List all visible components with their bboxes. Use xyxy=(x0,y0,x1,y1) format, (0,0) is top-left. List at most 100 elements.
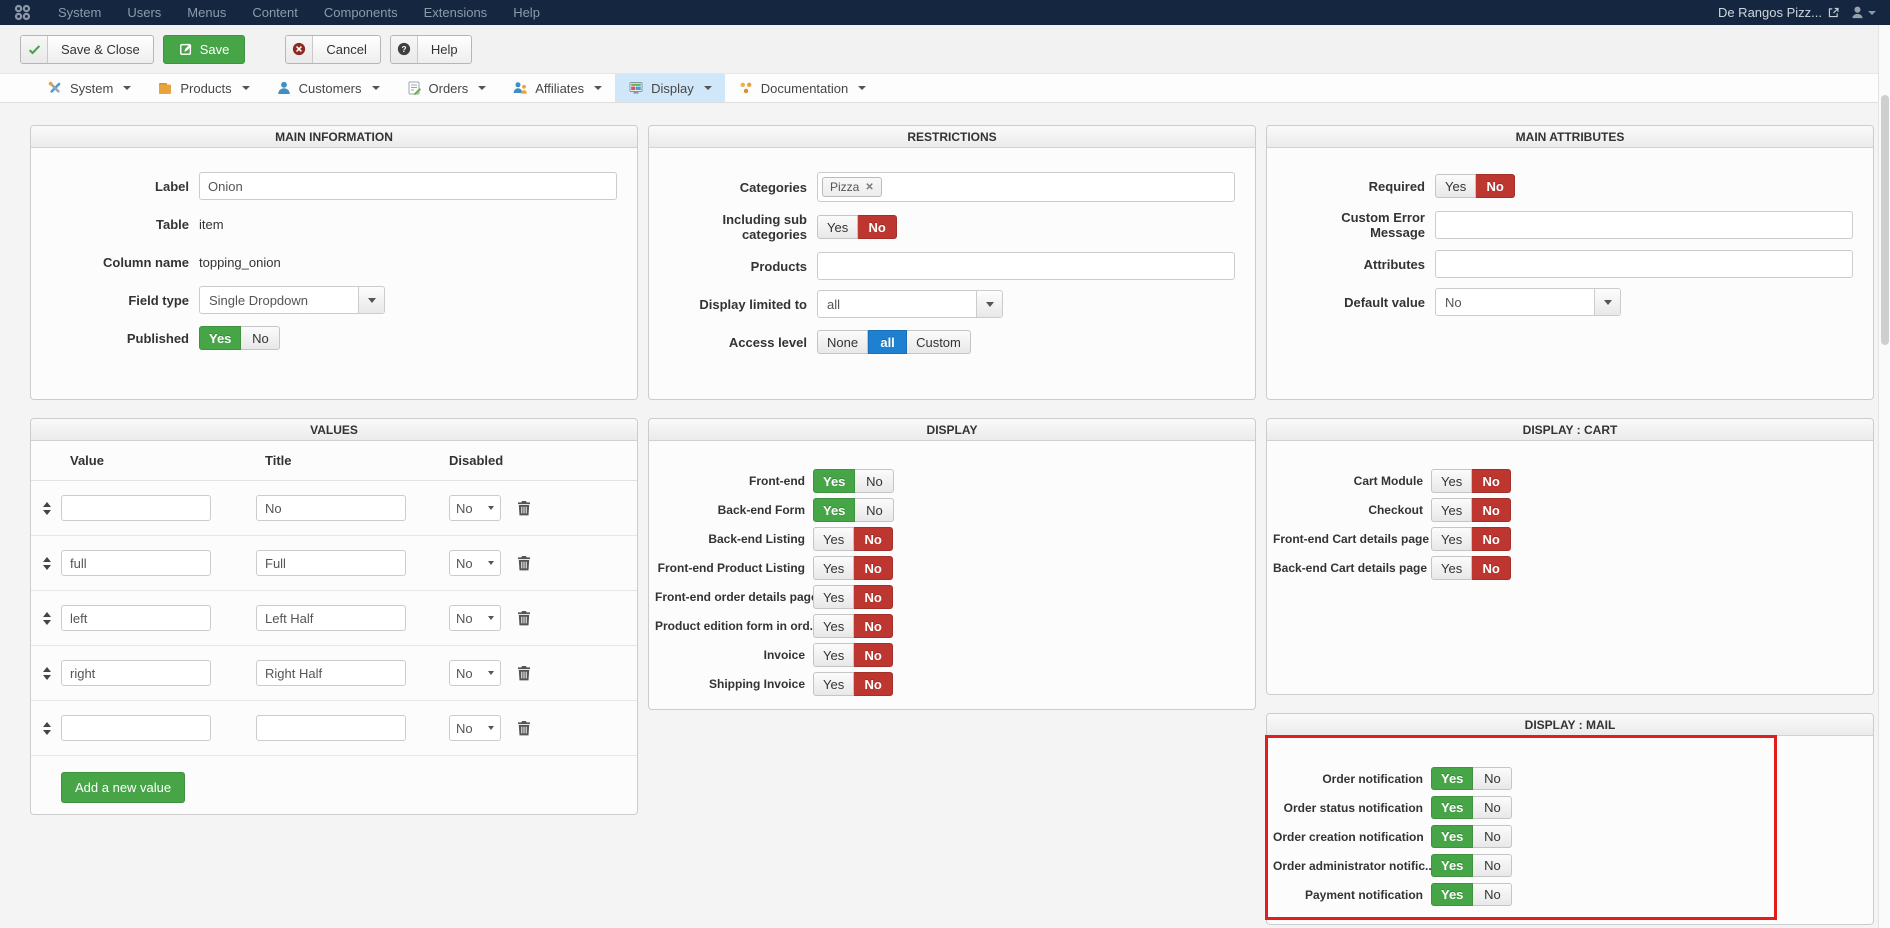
joomla-logo-icon[interactable] xyxy=(14,4,31,21)
access-none-button[interactable]: None xyxy=(817,330,869,354)
trash-icon[interactable] xyxy=(517,610,531,626)
yes-button[interactable]: Yes xyxy=(1435,174,1477,198)
tab-orders[interactable]: Orders xyxy=(393,74,500,102)
add-value-button[interactable]: Add a new value xyxy=(61,772,186,803)
tab-system[interactable]: System xyxy=(34,74,144,102)
yes-button[interactable]: Yes xyxy=(1431,825,1474,848)
no-button[interactable]: No xyxy=(1472,527,1512,551)
no-button[interactable]: No xyxy=(858,215,898,239)
scrollbar-track[interactable] xyxy=(1878,25,1890,928)
no-button[interactable]: No xyxy=(1473,825,1513,848)
no-button[interactable]: No xyxy=(1473,854,1513,877)
value-input[interactable] xyxy=(61,605,211,631)
remove-tag-icon[interactable]: ✕ xyxy=(865,182,873,193)
yes-button[interactable]: Yes xyxy=(813,643,855,667)
value-input[interactable] xyxy=(61,495,211,521)
disabled-select[interactable]: No xyxy=(449,605,501,631)
drag-handle[interactable] xyxy=(41,501,61,515)
yes-button[interactable]: Yes xyxy=(1431,883,1474,906)
access-custom-button[interactable]: Custom xyxy=(907,330,971,354)
access-all-button[interactable]: all xyxy=(868,330,908,354)
title-input[interactable] xyxy=(256,495,406,521)
chevron-down-icon[interactable] xyxy=(976,291,1002,317)
yes-button[interactable]: Yes xyxy=(817,215,859,239)
help-button[interactable]: ? Help xyxy=(389,34,472,64)
no-button[interactable]: No xyxy=(1476,174,1516,198)
save-button[interactable]: Save xyxy=(162,34,246,64)
site-preview-link[interactable]: De Rangos Pizz... xyxy=(1718,5,1840,20)
products-input[interactable] xyxy=(817,252,1235,280)
yes-button[interactable]: Yes xyxy=(813,585,855,609)
no-button[interactable]: No xyxy=(855,498,895,522)
tab-display[interactable]: Display xyxy=(615,74,725,102)
yes-button[interactable]: Yes xyxy=(813,527,855,551)
title-input[interactable] xyxy=(256,660,406,686)
trash-icon[interactable] xyxy=(517,720,531,736)
yes-button[interactable]: Yes xyxy=(813,556,855,580)
yes-button[interactable]: Yes xyxy=(1431,527,1473,551)
no-button[interactable]: No xyxy=(1473,796,1513,819)
drag-handle[interactable] xyxy=(41,666,61,680)
yes-button[interactable]: Yes xyxy=(1431,854,1474,877)
no-button[interactable]: No xyxy=(1473,767,1513,790)
value-input[interactable] xyxy=(61,660,211,686)
title-input[interactable] xyxy=(256,550,406,576)
yes-button[interactable]: Yes xyxy=(813,614,855,638)
trash-icon[interactable] xyxy=(517,555,531,571)
trash-icon[interactable] xyxy=(517,500,531,516)
drag-handle[interactable] xyxy=(41,556,61,570)
no-button[interactable]: No xyxy=(1472,498,1512,522)
title-input[interactable] xyxy=(256,605,406,631)
yes-button[interactable]: Yes xyxy=(1431,469,1473,493)
disabled-select[interactable]: No xyxy=(449,660,501,686)
no-button[interactable]: No xyxy=(854,672,894,696)
no-button[interactable]: No xyxy=(854,614,894,638)
menu-extensions[interactable]: Extensions xyxy=(411,0,501,25)
categories-input[interactable]: Pizza ✕ xyxy=(817,172,1235,202)
field-type-select[interactable]: Single Dropdown xyxy=(199,286,385,314)
no-button[interactable]: No xyxy=(1472,556,1512,580)
tab-affiliates[interactable]: Affiliates xyxy=(499,74,615,102)
menu-components[interactable]: Components xyxy=(311,0,411,25)
yes-button[interactable]: Yes xyxy=(813,672,855,696)
value-input[interactable] xyxy=(61,715,211,741)
no-button[interactable]: No xyxy=(854,527,894,551)
no-button[interactable]: No xyxy=(855,469,895,493)
no-button[interactable]: No xyxy=(1473,883,1513,906)
user-menu[interactable] xyxy=(1850,5,1876,20)
tab-products[interactable]: Products xyxy=(144,74,262,102)
no-button[interactable]: No xyxy=(1472,469,1512,493)
menu-help[interactable]: Help xyxy=(500,0,553,25)
menu-system[interactable]: System xyxy=(45,0,114,25)
tab-documentation[interactable]: Documentation xyxy=(725,74,879,102)
chevron-down-icon[interactable] xyxy=(1594,289,1620,315)
no-button[interactable]: No xyxy=(241,326,281,350)
yes-button[interactable]: Yes xyxy=(199,326,242,350)
yes-button[interactable]: Yes xyxy=(1431,796,1474,819)
display-limited-select[interactable]: all xyxy=(817,290,1003,318)
no-button[interactable]: No xyxy=(854,585,894,609)
drag-handle[interactable] xyxy=(41,611,61,625)
default-value-select[interactable]: No xyxy=(1435,288,1621,316)
menu-users[interactable]: Users xyxy=(114,0,174,25)
yes-button[interactable]: Yes xyxy=(813,498,856,522)
save-close-button[interactable]: Save & Close xyxy=(20,34,154,64)
yes-button[interactable]: Yes xyxy=(1431,498,1473,522)
yes-button[interactable]: Yes xyxy=(1431,767,1474,790)
no-button[interactable]: No xyxy=(854,643,894,667)
tab-customers[interactable]: Customers xyxy=(263,74,393,102)
yes-button[interactable]: Yes xyxy=(1431,556,1473,580)
disabled-select[interactable]: No xyxy=(449,495,501,521)
custom-error-input[interactable] xyxy=(1435,211,1853,239)
yes-button[interactable]: Yes xyxy=(813,469,856,493)
no-button[interactable]: No xyxy=(854,556,894,580)
value-input[interactable] xyxy=(61,550,211,576)
label-input[interactable] xyxy=(199,172,617,200)
disabled-select[interactable]: No xyxy=(449,550,501,576)
menu-menus[interactable]: Menus xyxy=(174,0,239,25)
cancel-button[interactable]: Cancel xyxy=(285,34,381,64)
title-input[interactable] xyxy=(256,715,406,741)
disabled-select[interactable]: No xyxy=(449,715,501,741)
chevron-down-icon[interactable] xyxy=(358,287,384,313)
menu-content[interactable]: Content xyxy=(239,0,311,25)
